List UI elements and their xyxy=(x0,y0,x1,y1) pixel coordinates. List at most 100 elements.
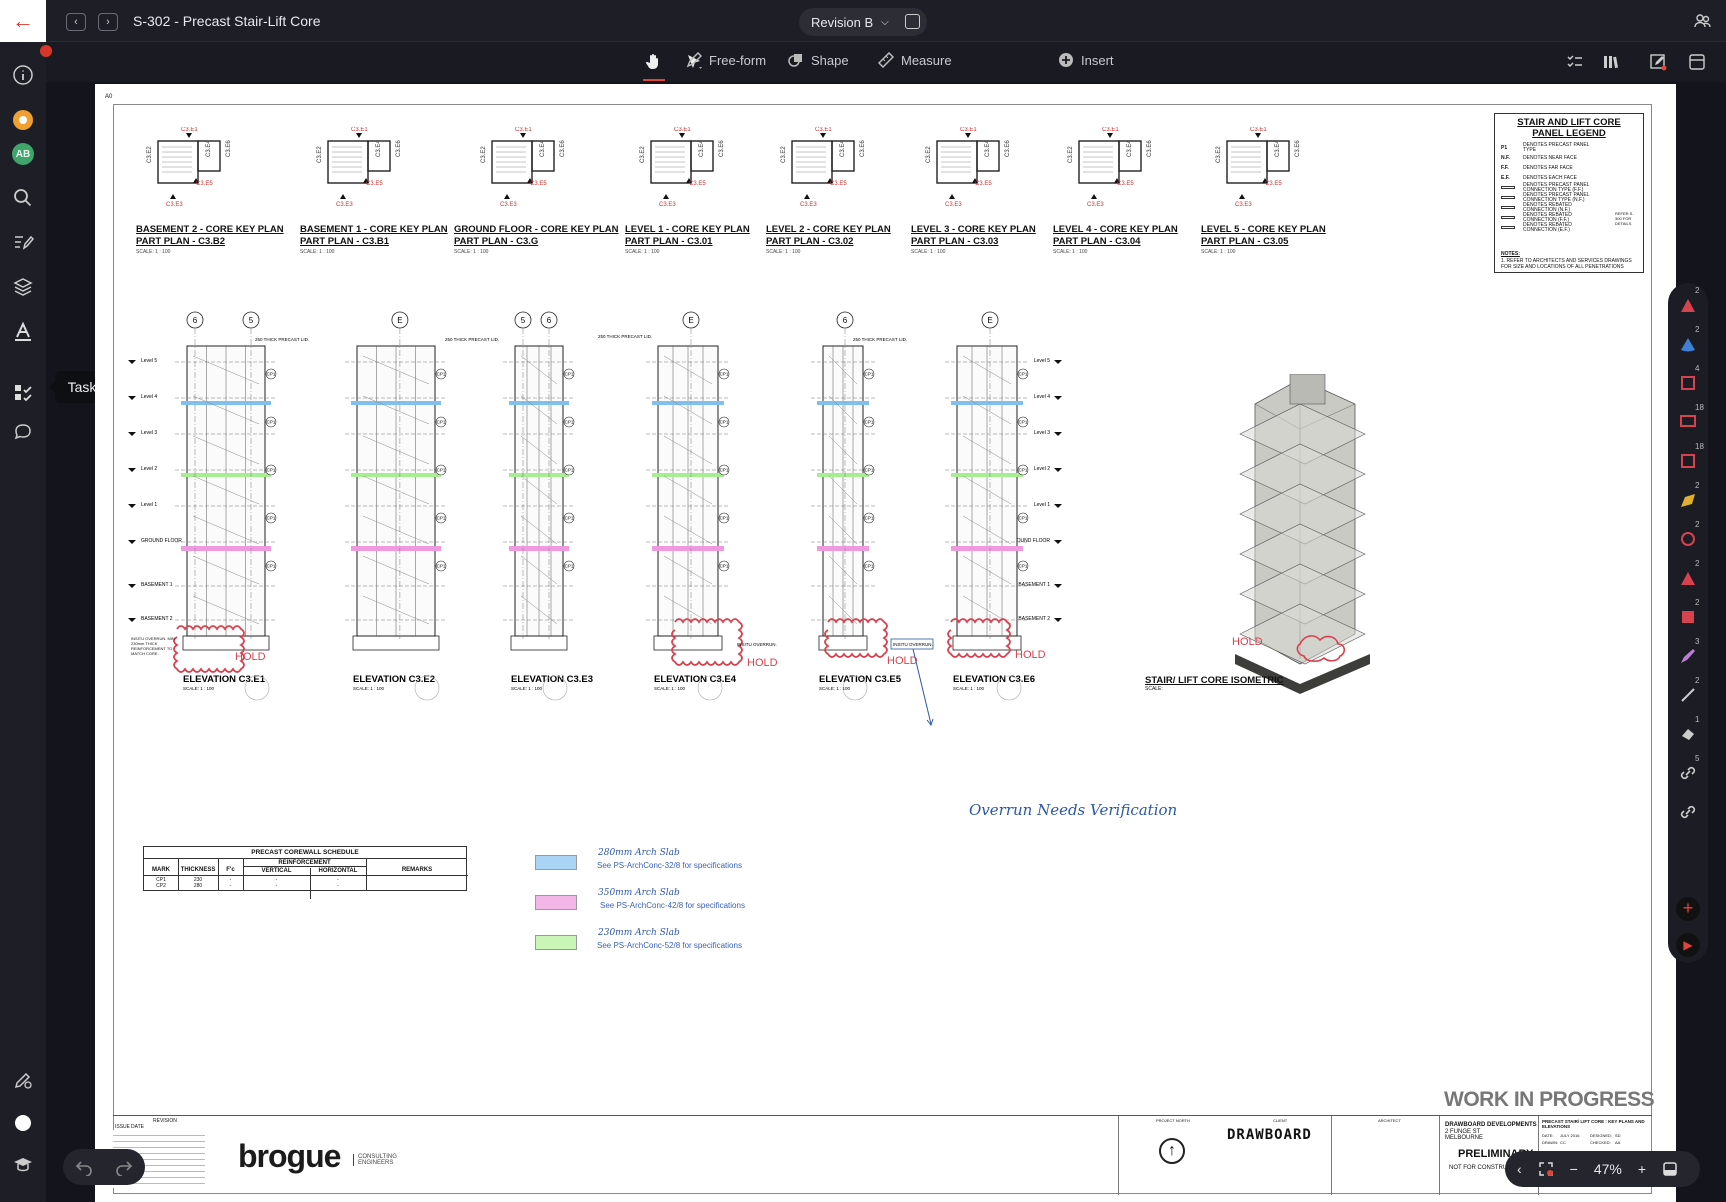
zoom-out-icon[interactable]: − xyxy=(1570,1161,1578,1177)
grid-bubble-label: E xyxy=(987,316,992,325)
elevation-title: ELEVATION C3.E4 xyxy=(654,674,737,685)
slab-spec-reference[interactable]: See PS-ArchConc-52/8 for specifications xyxy=(597,941,742,950)
minimap-icon[interactable] xyxy=(1662,1161,1678,1177)
hold-label: HOLD xyxy=(235,651,266,663)
schedule-rule xyxy=(144,875,468,876)
level-marker xyxy=(1054,584,1062,588)
info-icon[interactable] xyxy=(12,64,34,86)
level-label: GROUND FLOOR xyxy=(141,538,182,544)
grid-bubble-label: 5 xyxy=(521,316,526,325)
circle-markup-icon[interactable] xyxy=(1678,529,1698,549)
measure-area-icon[interactable] xyxy=(1678,451,1698,471)
level-marker xyxy=(128,618,136,622)
pen-markup-icon[interactable] xyxy=(1678,646,1698,666)
link-alt-icon[interactable] xyxy=(1678,802,1698,822)
zoom-level[interactable]: 47% xyxy=(1594,1161,1622,1177)
chevron-down-icon: ⌵ xyxy=(881,16,889,28)
checklist-icon[interactable] xyxy=(1566,53,1584,71)
elevation-scale: SCALE: 1 : 100 xyxy=(511,686,543,691)
elevation-title: ELEVATION C3.E5 xyxy=(819,674,902,685)
panel-tag-label: CP1 xyxy=(720,516,729,521)
learn-cap-icon[interactable] xyxy=(12,1154,34,1176)
level-marker xyxy=(128,468,136,472)
level-marker xyxy=(1054,360,1062,364)
level-label: Level 5 xyxy=(141,358,157,364)
settings-pen-icon[interactable] xyxy=(12,1069,34,1091)
highlighter-icon[interactable] xyxy=(1678,490,1698,510)
panel-tag-label: CP1 xyxy=(1019,468,1028,473)
square-markup-icon[interactable] xyxy=(1678,607,1698,627)
color-picker-icon[interactable] xyxy=(12,1112,34,1134)
cloud-rect-icon[interactable] xyxy=(1678,373,1698,393)
drawing-sheet[interactable]: A0 C3.E1 C3.E3 C3.E5 C3.E2 C3.E4 C3.E6 BASEMEN… xyxy=(95,84,1676,1202)
title-divider xyxy=(1118,1116,1119,1195)
previous-chevron-icon[interactable]: ‹ xyxy=(66,13,86,31)
back-arrow-icon[interactable]: ← xyxy=(0,0,46,42)
slab-spec-reference[interactable]: See PS-ArchConc-32/8 for specifications xyxy=(597,861,742,870)
freeform-tool[interactable]: Free-form xyxy=(686,52,766,68)
avatar[interactable]: AB xyxy=(12,143,34,165)
arrow-markup-icon[interactable] xyxy=(1678,568,1698,588)
collaborators-icon[interactable] xyxy=(1694,12,1712,30)
markup-count: 18 xyxy=(1695,442,1704,451)
measure-tool[interactable]: Measure xyxy=(878,52,952,68)
handwritten-annotation[interactable]: Overrun Needs Verification xyxy=(969,801,1177,819)
tasks-icon[interactable] xyxy=(12,382,34,404)
insert-label: Insert xyxy=(1081,52,1114,68)
panel-toggle-icon[interactable] xyxy=(1688,53,1706,71)
add-markup-button[interactable]: + xyxy=(1676,897,1700,921)
status-orange-icon[interactable] xyxy=(12,109,34,131)
panel-tag-label: CP1 xyxy=(565,516,574,521)
elevation-title: ELEVATION C3.E6 xyxy=(953,674,1035,685)
pen-markup-icon-glyph xyxy=(1681,649,1695,663)
freeform-label: Free-form xyxy=(709,52,767,68)
panel-tag-label: CP1 xyxy=(720,372,729,377)
layers-icon[interactable] xyxy=(12,276,34,298)
search-icon[interactable] xyxy=(12,187,34,209)
collapse-chevron-icon[interactable]: ‹ xyxy=(1517,1161,1522,1177)
cone-markup-icon[interactable] xyxy=(1678,334,1698,354)
panel-tag-label: CP1 xyxy=(720,468,729,473)
grid-bubble-label: 6 xyxy=(547,316,552,325)
line-tool-icon[interactable] xyxy=(1678,685,1698,705)
triangle-markup-icon[interactable] xyxy=(1678,295,1698,315)
panel-tag-label: CP1 xyxy=(565,468,574,473)
measure-area-icon-glyph xyxy=(1681,454,1695,468)
library-icon[interactable] xyxy=(1602,53,1620,71)
present-icon[interactable]: ▶ xyxy=(1676,933,1700,957)
markup-list-icon[interactable] xyxy=(12,231,34,253)
title-divider-2 xyxy=(1331,1116,1332,1195)
slab-spec-reference[interactable]: See PS-ArchConc-42/8 for specifications xyxy=(600,901,745,910)
drawn-value: CC xyxy=(1560,1140,1566,1145)
level-marker xyxy=(1054,396,1062,400)
redo-icon[interactable] xyxy=(115,1158,133,1176)
undo-icon[interactable] xyxy=(75,1158,93,1176)
fit-page-icon[interactable] xyxy=(1538,1161,1554,1177)
annotation-arrow[interactable] xyxy=(912,648,932,725)
date-value: JULY 2016 xyxy=(1560,1133,1580,1138)
shape-tool[interactable]: Shape xyxy=(788,52,849,68)
next-chevron-icon[interactable]: › xyxy=(98,13,118,31)
panel-tag-label: CP1 xyxy=(267,564,276,569)
highlighter-icon-glyph xyxy=(1681,494,1695,507)
callout-icon[interactable] xyxy=(1678,412,1698,432)
link-icon[interactable] xyxy=(1678,763,1698,783)
revision-header: REVISION xyxy=(153,1118,177,1124)
level-label: BASEMENT 2 xyxy=(141,616,173,622)
schedule-cell: - xyxy=(229,883,232,889)
hand-pan-icon[interactable] xyxy=(645,52,663,70)
compare-revision-icon[interactable] xyxy=(905,14,920,29)
markup-edit-icon[interactable] xyxy=(1649,53,1667,71)
text-tool-icon[interactable] xyxy=(12,320,34,342)
level-label: BASEMENT 1 xyxy=(1018,582,1050,588)
elevation-scale: SCALE: 1 : 100 xyxy=(953,686,985,691)
comment-icon[interactable] xyxy=(12,421,34,443)
eraser-icon[interactable] xyxy=(1678,724,1698,744)
circle-markup-icon-glyph xyxy=(1681,532,1695,546)
schedule-subheader: HORIZONTAL xyxy=(318,868,358,874)
zoom-in-icon[interactable]: + xyxy=(1638,1161,1646,1177)
insert-tool[interactable]: Insert xyxy=(1058,52,1114,68)
checked-value: AA xyxy=(1615,1140,1621,1145)
elevation-scale: SCALE: 1 : 100 xyxy=(654,686,686,691)
level-marker xyxy=(128,504,136,508)
